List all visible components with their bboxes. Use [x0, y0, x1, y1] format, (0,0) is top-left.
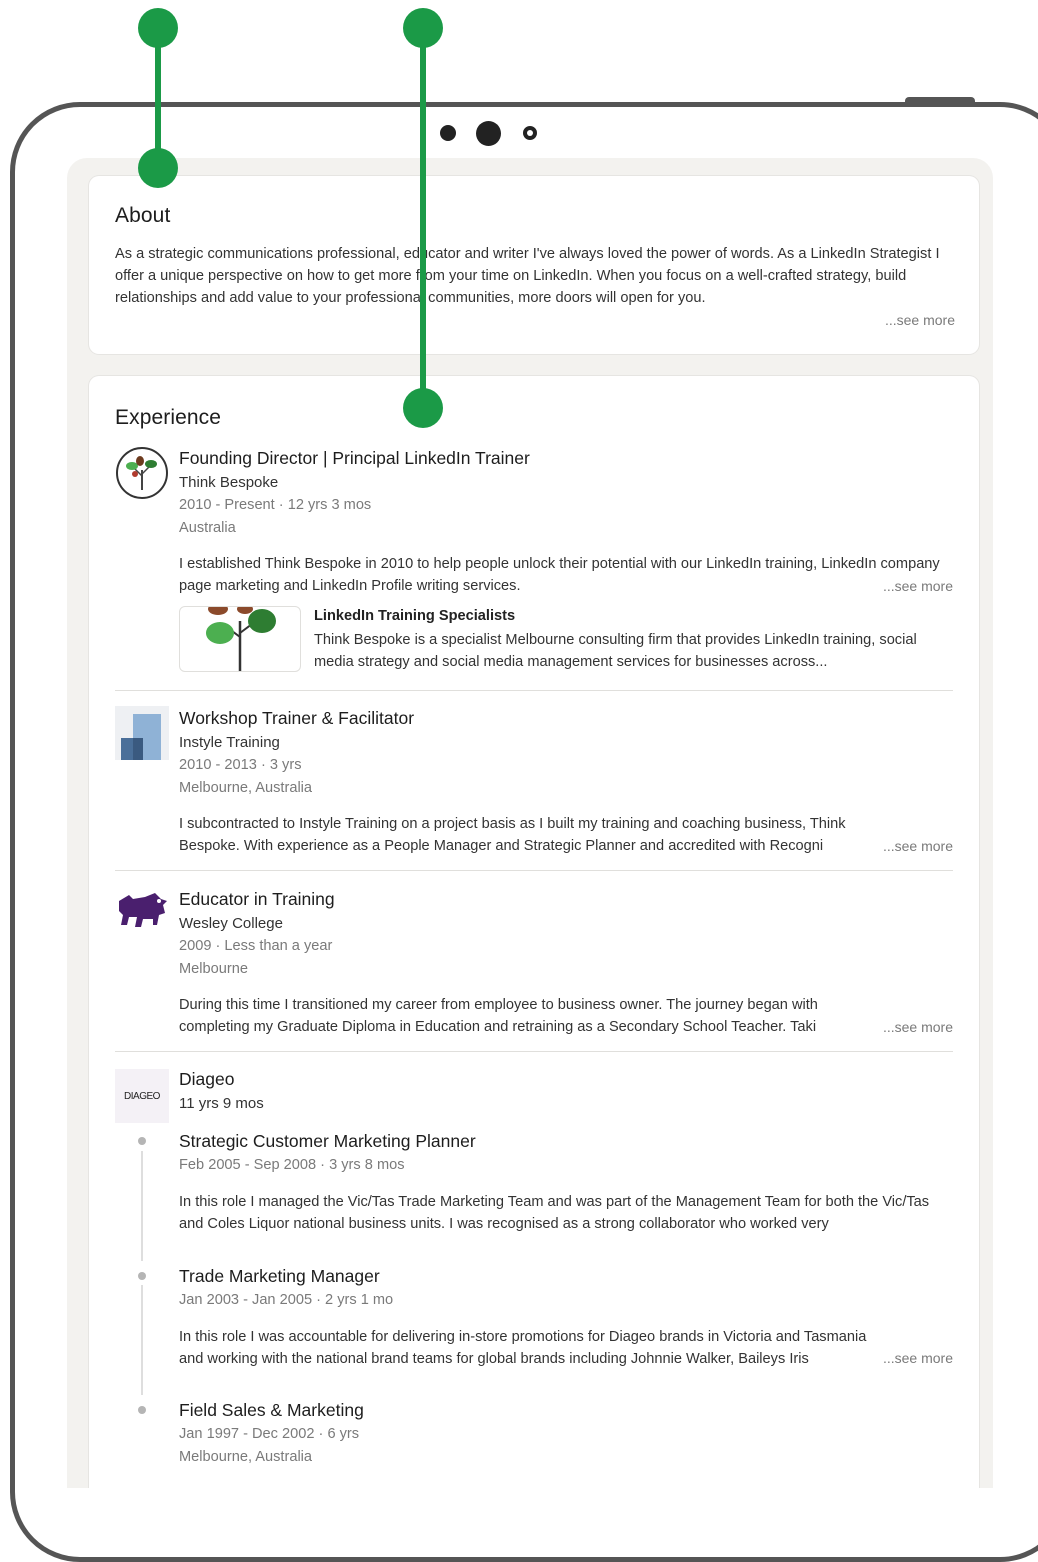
experience-title[interactable]: Workshop Trainer & Facilitator	[179, 708, 414, 729]
experience-description: I established Think Bespoke in 2010 to h…	[179, 556, 940, 594]
experience-company: Instyle Training	[179, 734, 280, 751]
role-dates: Jan 1997 - Dec 2002 · 6 yrs	[179, 1426, 360, 1442]
experience-location: Melbourne, Australia	[179, 780, 313, 796]
about-heading: About	[115, 204, 171, 227]
timeline-connector	[141, 1151, 143, 1261]
about-section: About As a strategic communications prof…	[89, 176, 979, 354]
role-dates: Jan 2003 - Jan 2005 · 2 yrs 1 mo	[179, 1292, 394, 1308]
tablet-power-button	[905, 97, 975, 105]
experience-dates: 2010 - Present · 12 yrs 3 mos	[179, 497, 372, 513]
experience-item-wesley-college: Educator in Training Wesley College 2009…	[115, 887, 953, 1047]
experience-item-instyle-training: Workshop Trainer & Facilitator Instyle T…	[115, 706, 953, 866]
experience-title[interactable]: Educator in Training	[179, 889, 335, 910]
annotation-line-about	[155, 28, 161, 168]
instyle-training-logo[interactable]	[115, 706, 169, 760]
annotation-dot-top-left	[138, 8, 178, 48]
experience-heading: Experience	[115, 406, 222, 429]
experience-location: Australia	[179, 520, 236, 536]
role-title[interactable]: Trade Marketing Manager	[179, 1266, 380, 1287]
experience-see-more-link[interactable]: ...see more	[883, 578, 953, 594]
about-text: As a strategic communications profession…	[115, 246, 940, 306]
media-thumbnail	[179, 606, 301, 672]
role-description: In this role I was accountable for deliv…	[179, 1329, 867, 1367]
experience-section: Experience Founding Director | Principal…	[89, 376, 979, 1488]
experience-dates: 2010 - 2013 · 3 yrs	[179, 757, 302, 773]
experience-divider	[115, 870, 953, 871]
wesley-college-lion-logo[interactable]	[115, 887, 169, 941]
experience-title[interactable]: Founding Director | Principal LinkedIn T…	[179, 448, 530, 469]
timeline-dot	[138, 1137, 146, 1145]
role-title[interactable]: Strategic Customer Marketing Planner	[179, 1131, 476, 1152]
experience-total-duration: 11 yrs 9 mos	[179, 1095, 264, 1112]
camera-dot-left	[440, 125, 456, 141]
linkedin-profile-screen: About As a strategic communications prof…	[67, 158, 993, 1488]
experience-location: Melbourne	[179, 961, 248, 977]
camera-lens	[476, 121, 501, 146]
timeline-dot	[138, 1272, 146, 1280]
experience-divider	[115, 690, 953, 691]
experience-item-diageo: DIAGEO Diageo 11 yrs 9 mos Strategic Cus…	[115, 1067, 953, 1487]
experience-see-more-link[interactable]: ...see more	[878, 838, 953, 854]
experience-divider	[115, 1051, 953, 1052]
experience-item-think-bespoke: Founding Director | Principal LinkedIn T…	[115, 446, 953, 676]
experience-description: During this time I transitioned my caree…	[179, 997, 818, 1035]
think-bespoke-logo[interactable]	[115, 446, 169, 500]
media-title: LinkedIn Training Specialists	[314, 608, 516, 624]
annotation-line-experience	[420, 28, 426, 408]
annotation-dot-about	[138, 148, 178, 188]
role-location: Melbourne, Australia	[179, 1449, 313, 1465]
about-see-more-link[interactable]: ...see more	[885, 312, 955, 328]
media-description: Think Bespoke is a specialist Melbourne …	[314, 632, 917, 670]
experience-company: Think Bespoke	[179, 474, 279, 491]
role-title[interactable]: Field Sales & Marketing	[179, 1400, 364, 1421]
experience-description: I subcontracted to Instyle Training on a…	[179, 816, 846, 854]
role-description: In this role I managed the Vic/Tas Trade…	[179, 1194, 930, 1232]
annotation-dot-top-center	[403, 8, 443, 48]
timeline-dot	[138, 1406, 146, 1414]
role-see-more-link[interactable]: ...see more	[878, 1350, 953, 1366]
role-dates: Feb 2005 - Sep 2008 · 3 yrs 8 mos	[179, 1157, 405, 1173]
media-attachment[interactable]: LinkedIn Training Specialists Think Besp…	[179, 606, 939, 672]
experience-company-title[interactable]: Diageo	[179, 1069, 234, 1090]
camera-sensor	[523, 126, 537, 140]
annotation-dot-experience	[403, 388, 443, 428]
diageo-logo-text: DIAGEO	[124, 1090, 160, 1102]
diageo-logo[interactable]: DIAGEO	[115, 1069, 169, 1123]
experience-company: Wesley College	[179, 915, 283, 932]
experience-see-more-link[interactable]: ...see more	[878, 1019, 953, 1035]
experience-dates: 2009 · Less than a year	[179, 938, 333, 954]
timeline-connector	[141, 1285, 143, 1395]
